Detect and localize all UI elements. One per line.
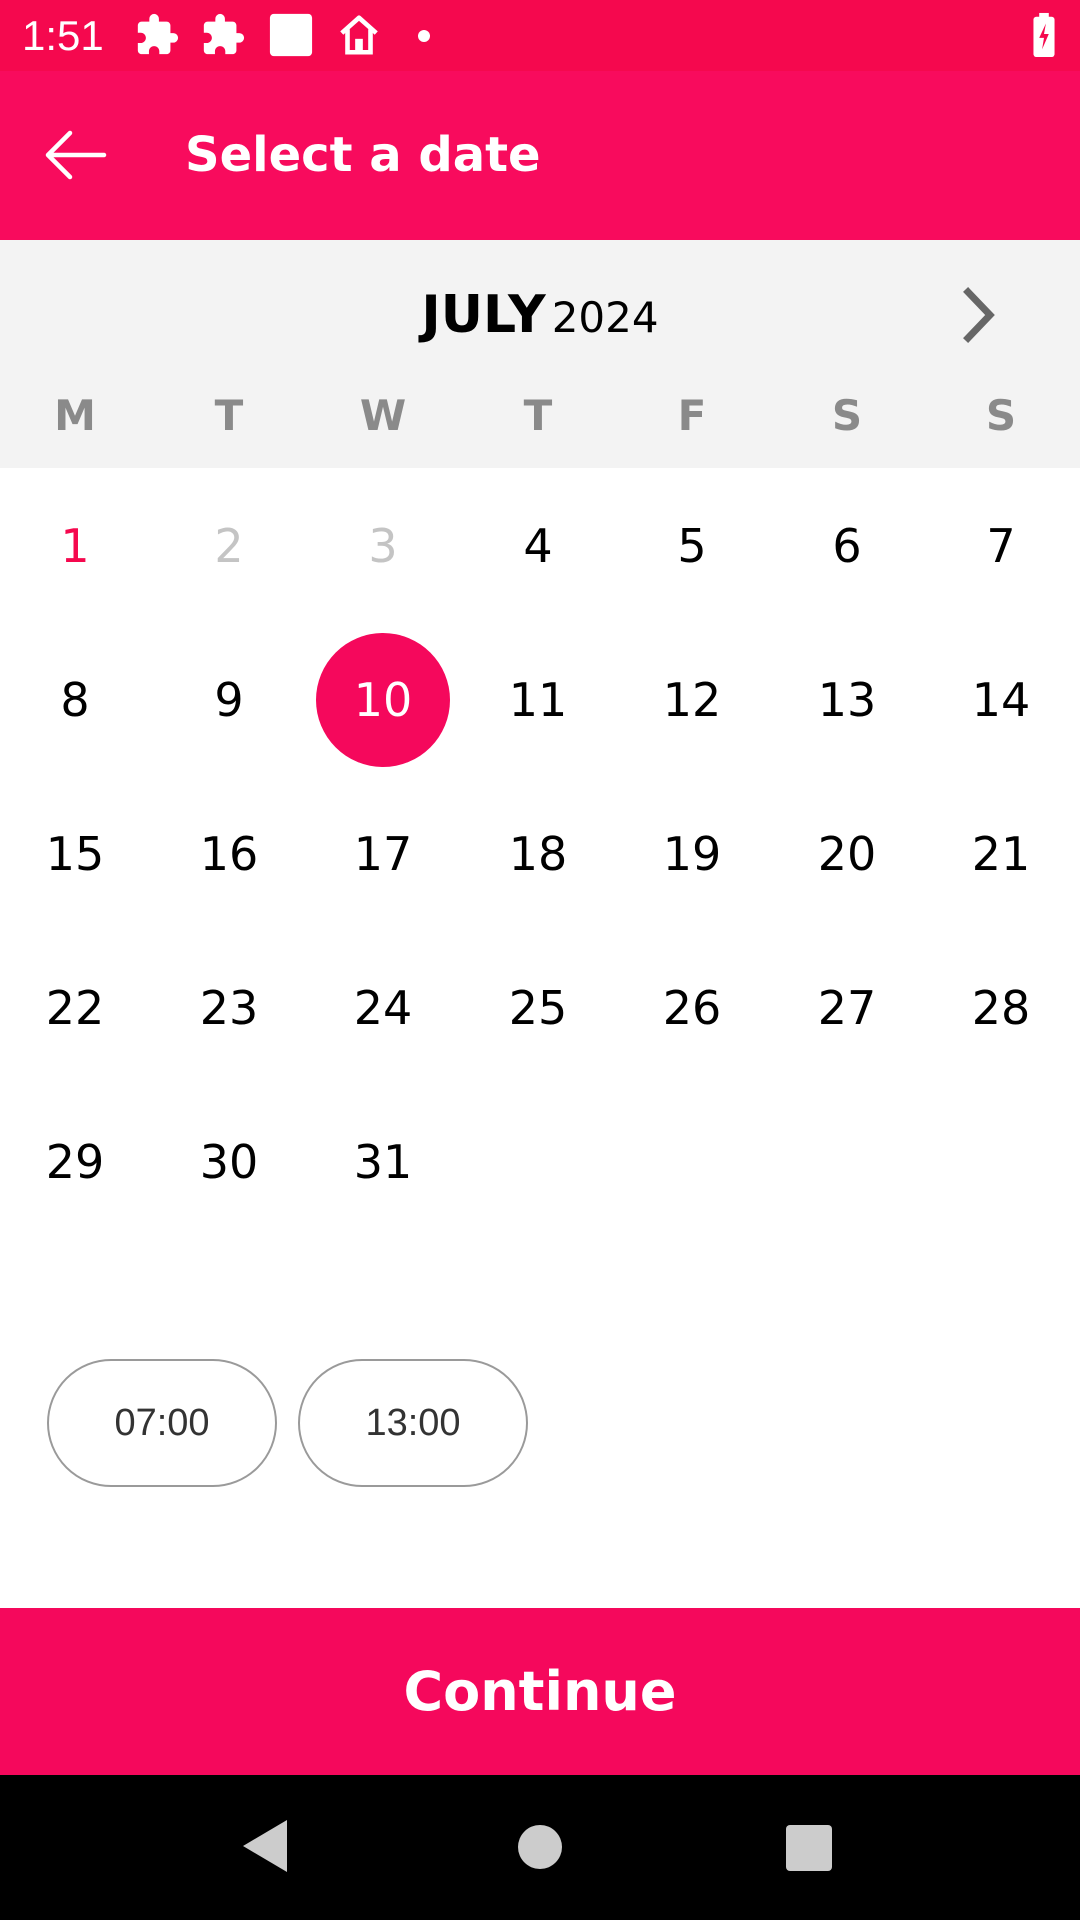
nav-back-icon[interactable] xyxy=(243,1820,287,1872)
calendar-day: 3 xyxy=(368,519,398,573)
calendar-day[interactable]: 5 xyxy=(625,479,759,613)
calendar-day[interactable]: 19 xyxy=(625,787,759,921)
status-bar: 1:51 xyxy=(0,0,1080,71)
calendar-day[interactable]: 31 xyxy=(316,1095,450,1229)
calendar-day[interactable]: 25 xyxy=(471,941,605,1075)
calendar-day[interactable]: 4 xyxy=(471,479,605,613)
square-icon xyxy=(269,13,313,57)
chevron-right-icon xyxy=(963,287,995,343)
calendar-day[interactable]: 15 xyxy=(8,787,142,921)
nav-home-icon[interactable] xyxy=(518,1825,562,1869)
calendar-day[interactable]: 26 xyxy=(625,941,759,1075)
continue-button[interactable]: Continue xyxy=(0,1608,1080,1775)
weekday-label: F xyxy=(677,391,707,440)
calendar-day[interactable]: 23 xyxy=(162,941,296,1075)
year-label: 2024 xyxy=(551,293,659,342)
weekday-row: MTWTFSS xyxy=(0,386,1080,446)
calendar-day[interactable]: 17 xyxy=(316,787,450,921)
calendar-day[interactable]: 22 xyxy=(8,941,142,1075)
weekday-label: T xyxy=(523,391,553,440)
calendar-day[interactable]: 7 xyxy=(934,479,1068,613)
page-title: Select a date xyxy=(185,127,541,183)
puzzle-icon xyxy=(203,13,245,55)
calendar-day[interactable]: 24 xyxy=(316,941,450,1075)
app-bar: Select a date xyxy=(0,71,1080,240)
calendar-day[interactable]: 1 xyxy=(8,479,142,613)
time-slot-button[interactable]: 13:00 xyxy=(298,1359,528,1487)
calendar-day[interactable]: 6 xyxy=(780,479,914,613)
nav-recents-icon[interactable] xyxy=(786,1825,832,1871)
battery-charging-icon xyxy=(1033,12,1055,58)
weekday-label: M xyxy=(54,391,96,440)
weekday-label: S xyxy=(831,391,863,440)
weekday-label: T xyxy=(214,391,244,440)
calendar-day[interactable]: 21 xyxy=(934,787,1068,921)
calendar-day[interactable]: 29 xyxy=(8,1095,142,1229)
next-month-button[interactable] xyxy=(950,280,1010,350)
calendar-day[interactable]: 16 xyxy=(162,787,296,921)
month-name: JULY xyxy=(421,285,546,345)
puzzle-icon xyxy=(137,13,179,55)
calendar-header: JULY 2024 M T W T F S S xyxy=(0,240,1080,468)
calendar-day: 2 xyxy=(214,519,244,573)
home-icon xyxy=(340,15,378,55)
calendar-day[interactable]: 12 xyxy=(625,633,759,767)
calendar-day[interactable]: 27 xyxy=(780,941,914,1075)
calendar-day[interactable]: 9 xyxy=(162,633,296,767)
calendar-day[interactable]: 14 xyxy=(934,633,1068,767)
calendar-day[interactable]: 11 xyxy=(471,633,605,767)
calendar-day[interactable]: 18 xyxy=(471,787,605,921)
system-nav-bar xyxy=(0,1775,1080,1920)
status-time: 1:51 xyxy=(22,12,104,59)
calendar-day[interactable]: 30 xyxy=(162,1095,296,1229)
time-slot-button[interactable]: 07:00 xyxy=(47,1359,277,1487)
weekday-label: W xyxy=(359,391,407,440)
calendar-day[interactable]: 8 xyxy=(8,633,142,767)
weekday-label: S xyxy=(985,391,1017,440)
calendar-day-selected[interactable]: 10 xyxy=(316,633,450,767)
dot-icon xyxy=(418,30,430,42)
arrow-left-icon xyxy=(45,130,107,180)
month-label: JULY 2024 xyxy=(0,282,1080,351)
calendar-day[interactable]: 20 xyxy=(780,787,914,921)
calendar-day[interactable]: 28 xyxy=(934,941,1068,1075)
calendar-day[interactable]: 13 xyxy=(780,633,914,767)
back-button[interactable] xyxy=(30,115,120,195)
